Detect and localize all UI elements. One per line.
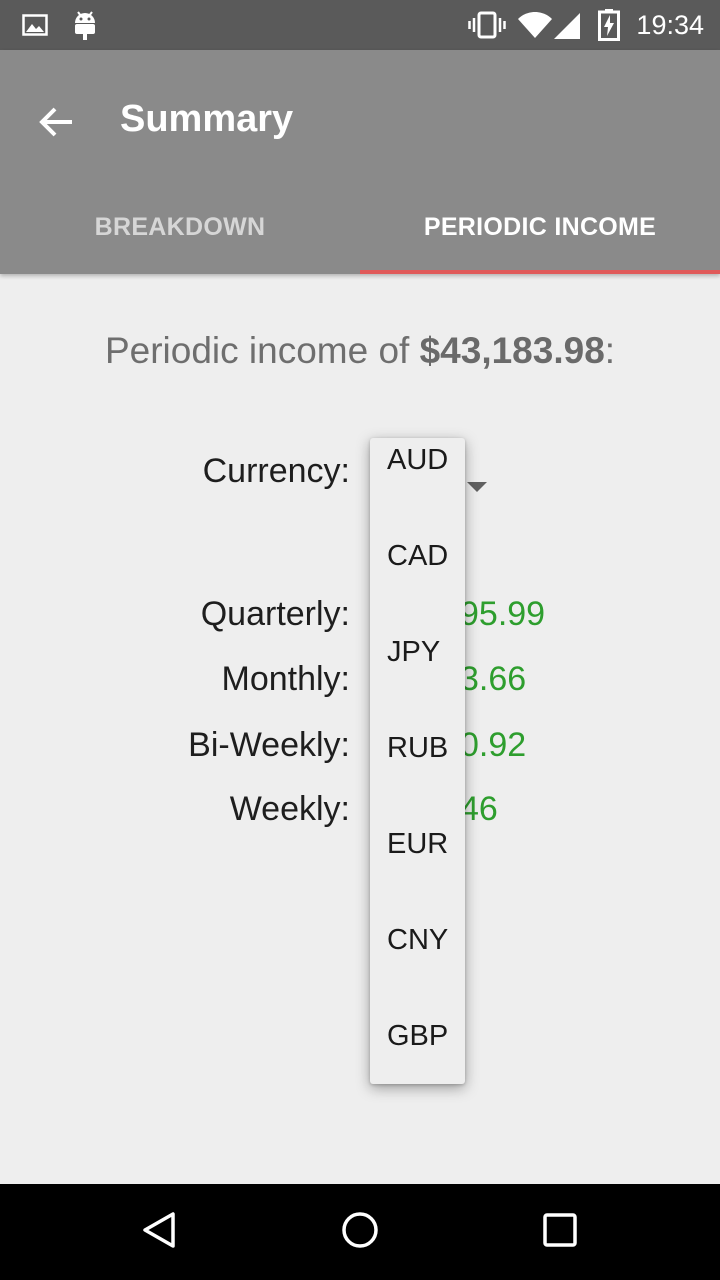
nav-back-button[interactable]: [112, 1184, 208, 1280]
home-circle-icon: [340, 1210, 380, 1255]
currency-option-cad[interactable]: CAD: [387, 540, 448, 573]
back-triangle-icon: [140, 1210, 180, 1255]
weekly-label: Weekly:: [229, 790, 350, 828]
weekly-value: 46: [460, 790, 498, 828]
arrow-back-icon: [38, 106, 74, 143]
page-title: Summary: [120, 98, 294, 140]
currency-option-jpy[interactable]: JPY: [387, 636, 440, 669]
currency-option-gbp[interactable]: GBP: [387, 1020, 448, 1053]
currency-label: Currency:: [202, 452, 350, 490]
wifi-icon: [518, 0, 552, 50]
tab-indicator: [360, 270, 720, 274]
battery-charging-icon: [598, 0, 620, 50]
tab-label: PERIODIC INCOME: [423, 212, 657, 241]
headline-amount: $43,183.98: [419, 330, 605, 371]
android-icon: [72, 0, 98, 50]
tab-breakdown[interactable]: BREAKDOWN: [0, 180, 360, 274]
spinner-arrow-icon[interactable]: [467, 482, 487, 492]
tab-bar: BREAKDOWN PERIODIC INCOME: [0, 180, 720, 274]
currency-option-aud[interactable]: AUD: [387, 444, 448, 477]
currency-option-rub[interactable]: RUB: [387, 732, 448, 765]
bi-weekly-label: Bi-Weekly:: [188, 726, 350, 764]
signal-icon: [552, 0, 582, 50]
nav-recents-button[interactable]: [512, 1184, 608, 1280]
currency-dropdown[interactable]: AUD CAD JPY RUB EUR CNY GBP: [370, 438, 465, 1084]
app-bar: Summary BREAKDOWN PERIODIC INCOME: [0, 50, 720, 274]
vibrate-icon: [468, 0, 506, 50]
clock: 19:34: [636, 10, 704, 40]
navigation-bar: [0, 1184, 720, 1280]
currency-option-eur[interactable]: EUR: [387, 828, 448, 861]
monthly-label: Monthly:: [221, 660, 351, 698]
quarterly-label: Quarterly:: [200, 595, 350, 633]
nav-home-button[interactable]: [312, 1184, 408, 1280]
quarterly-value: 95.99: [460, 595, 546, 633]
periodic-income-headline: Periodic income of $43,183.98:: [0, 330, 720, 372]
status-bar: 19:34: [0, 0, 720, 50]
image-icon: [22, 0, 48, 50]
tab-label: BREAKDOWN: [94, 212, 266, 241]
back-button[interactable]: [26, 94, 86, 154]
currency-option-cny[interactable]: CNY: [387, 924, 448, 957]
recents-square-icon: [542, 1212, 578, 1253]
headline-prefix: Periodic income of: [104, 330, 420, 371]
headline-suffix: :: [604, 330, 616, 371]
tab-periodic-income[interactable]: PERIODIC INCOME: [360, 180, 720, 274]
monthly-value: 3.66: [460, 660, 527, 698]
bi-weekly-value: 0.92: [460, 726, 527, 764]
